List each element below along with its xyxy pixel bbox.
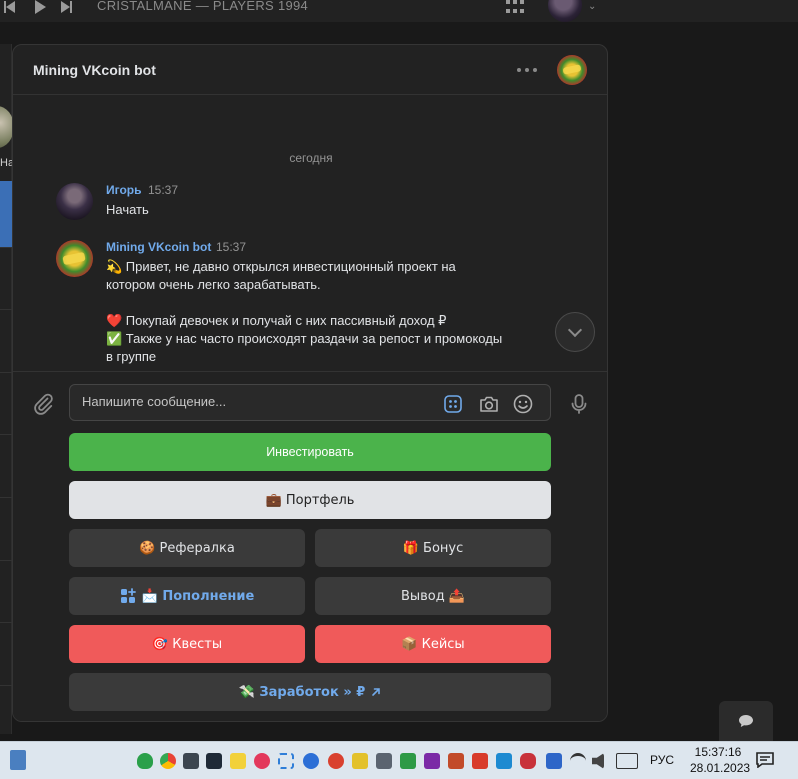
message-text: 💫 Привет, не давно открылся инвестиционн… [106, 259, 503, 364]
clock-date: 28.01.2023 [690, 761, 751, 775]
player-bar: CRISTALMANE — PLAYERS 1994 ⌄ [0, 0, 798, 22]
attach-icon[interactable] [31, 392, 55, 416]
composer: Инвестировать 💼 Портфель 🍪 Рефералка 🎁 Б… [13, 371, 607, 721]
withdraw-button[interactable]: Вывод 📤 [315, 577, 551, 615]
windows-taskbar: РУС 15:37:16 28.01.2023 [0, 741, 798, 779]
track-title[interactable]: CRISTALMANE — PLAYERS 1994 [97, 0, 308, 13]
notifications-icon[interactable] [756, 752, 774, 768]
chat-bubble-icon [739, 715, 753, 727]
keyboard-icon[interactable] [616, 753, 638, 769]
external-link-icon [372, 688, 381, 696]
day-divider: сегодня [289, 151, 333, 165]
dialogs-list-edge [0, 44, 12, 734]
message-input-box[interactable] [69, 384, 551, 421]
calculator-icon[interactable] [10, 750, 26, 770]
more-options-icon[interactable] [517, 68, 537, 72]
portfolio-label: 💼 Портфель [265, 492, 355, 508]
message-time: 15:37 [148, 183, 179, 197]
scroll-down-button[interactable] [555, 312, 595, 352]
previous-track-button[interactable] [4, 0, 15, 14]
app-icon[interactable] [303, 753, 319, 769]
apps-grid-icon[interactable] [506, 0, 524, 14]
profile-avatar[interactable] [548, 0, 582, 22]
checkmark-icon[interactable] [352, 753, 368, 769]
deposit-label: 📩 Пополнение [141, 588, 255, 604]
invest-button[interactable]: Инвестировать [69, 433, 551, 471]
chevron-down-icon [567, 322, 583, 337]
display-icon[interactable] [206, 753, 222, 769]
cases-button[interactable]: 📦 Кейсы [315, 625, 551, 663]
message-author[interactable]: Игорь [106, 183, 142, 197]
shield-icon[interactable] [137, 753, 153, 769]
clipboard-icon[interactable] [376, 753, 392, 769]
selected-dialog-highlight[interactable] [0, 181, 12, 247]
chat-header: Mining VKcoin bot [13, 45, 607, 95]
referral-label: 🍪 Рефералка [139, 540, 235, 556]
input-language[interactable]: РУС [650, 753, 674, 767]
message-input[interactable] [82, 394, 422, 409]
app-icon[interactable] [328, 753, 344, 769]
browser-icon[interactable] [160, 753, 176, 769]
app-icon[interactable] [472, 753, 488, 769]
bonus-label: 🎁 Бонус [402, 540, 464, 556]
bot-avatar[interactable] [557, 55, 587, 85]
clock-time: 15:37:16 [694, 745, 742, 759]
next-track-button[interactable] [61, 0, 72, 14]
referral-button[interactable]: 🍪 Рефералка [69, 529, 305, 567]
chat-window: Mining VKcoin bot сегодня Игорь 15:37 На… [12, 44, 608, 722]
deposit-button[interactable]: 📩 Пополнение [69, 577, 305, 615]
cases-label: 📦 Кейсы [401, 636, 465, 652]
app-icon[interactable] [448, 753, 464, 769]
quests-label: 🎯 Квесты [151, 636, 223, 652]
app-icon[interactable] [520, 753, 536, 769]
notes-icon[interactable] [230, 753, 246, 769]
monitor-icon[interactable] [183, 753, 199, 769]
screenshot-icon[interactable] [278, 753, 294, 769]
app-icon[interactable] [496, 753, 512, 769]
microphone-icon[interactable] [567, 392, 591, 416]
earnings-link-button[interactable]: 💸 Заработок » ₽ [69, 673, 551, 711]
emoji-icon[interactable] [512, 393, 534, 415]
invest-label: Инвестировать [266, 445, 354, 459]
quests-button[interactable]: 🎯 Квесты [69, 625, 305, 663]
clock[interactable]: 15:37:16 28.01.2023 [690, 744, 751, 776]
apps-icon [120, 588, 136, 603]
user-avatar[interactable] [56, 183, 93, 220]
withdraw-label: Вывод 📤 [400, 588, 466, 604]
play-icon[interactable] [35, 0, 46, 14]
message-time: 15:37 [216, 240, 247, 254]
chat-title[interactable]: Mining VKcoin bot [33, 62, 156, 78]
portfolio-button[interactable]: 💼 Портфель [69, 481, 551, 519]
open-chats-button[interactable] [719, 701, 773, 741]
chevron-down-icon[interactable]: ⌄ [588, 1, 596, 12]
network-tool-icon[interactable] [400, 753, 416, 769]
camera-icon[interactable] [478, 393, 500, 415]
message-text: Начать [106, 202, 149, 217]
volume-icon[interactable] [592, 753, 604, 769]
bonus-button[interactable]: 🎁 Бонус [315, 529, 551, 567]
wifi-icon[interactable] [570, 753, 586, 769]
bluetooth-icon[interactable] [546, 753, 562, 769]
target-icon[interactable] [254, 753, 270, 769]
message-author[interactable]: Mining VKcoin bot [106, 240, 211, 254]
app-icon[interactable] [424, 753, 440, 769]
bot-avatar[interactable] [56, 240, 93, 277]
bot-keyboard-icon[interactable] [442, 393, 464, 415]
earnings-label: 💸 Заработок » ₽ [238, 684, 366, 700]
